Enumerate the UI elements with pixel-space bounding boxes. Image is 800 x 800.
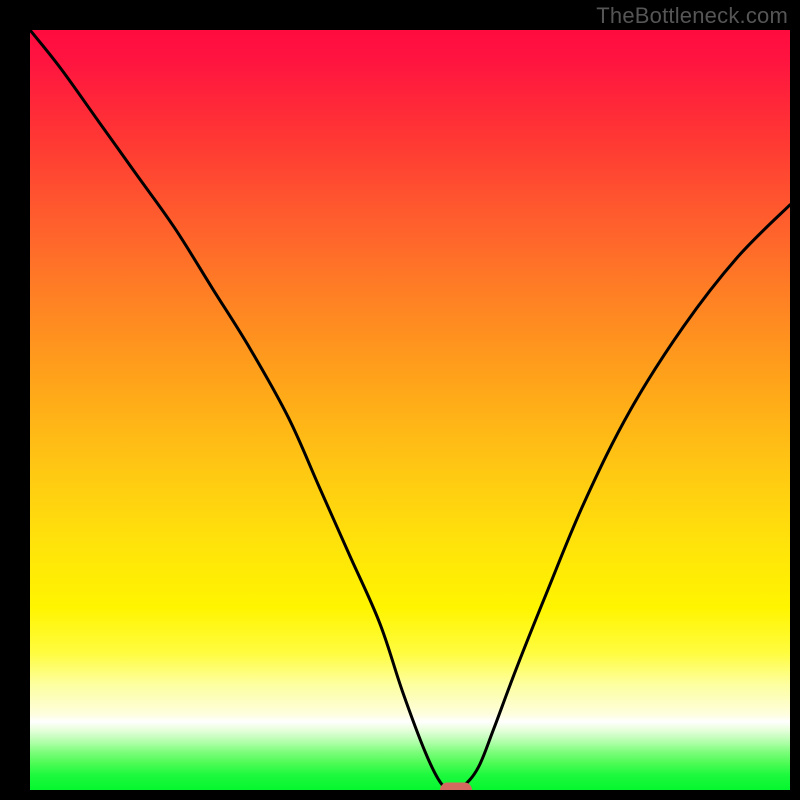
bottleneck-curve	[30, 30, 790, 790]
optimal-point-marker	[440, 783, 472, 791]
plot-area	[30, 30, 790, 790]
chart-frame: TheBottleneck.com	[0, 0, 800, 800]
watermark-text: TheBottleneck.com	[596, 3, 788, 29]
